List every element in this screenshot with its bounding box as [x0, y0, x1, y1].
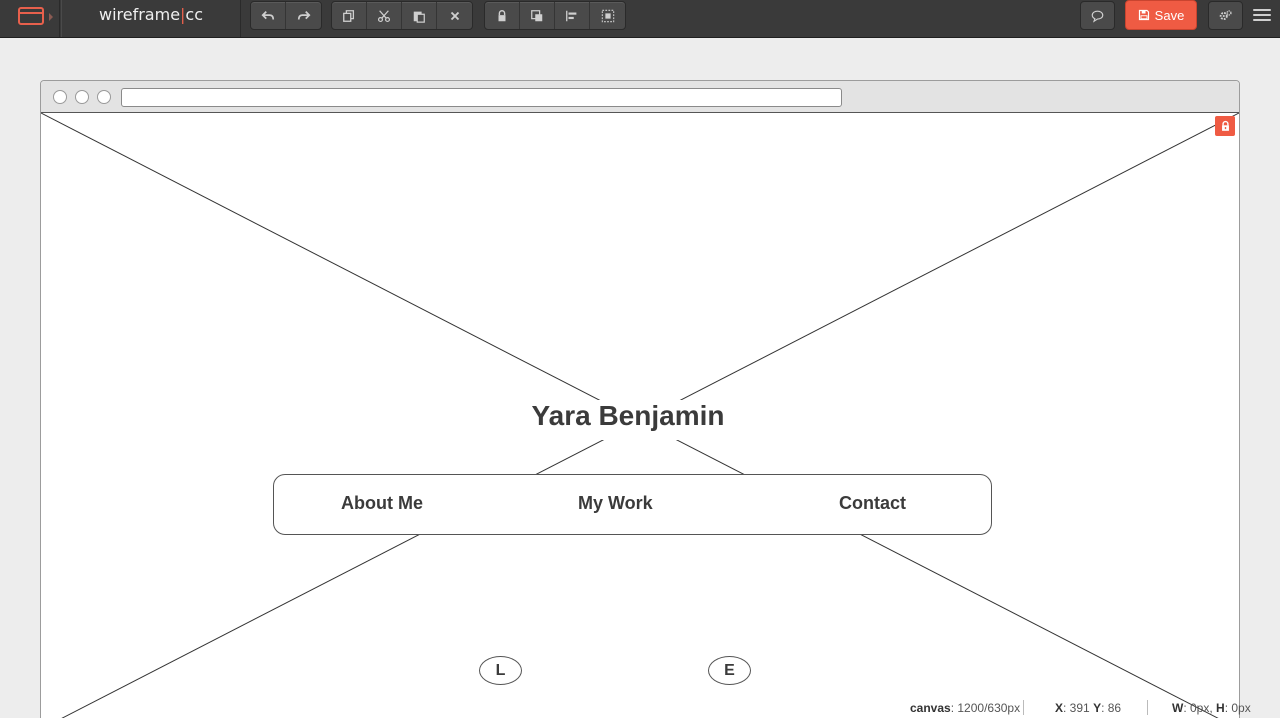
bring-forward-icon — [531, 9, 543, 21]
delete-icon — [450, 11, 459, 20]
settings-icon — [1219, 9, 1232, 20]
top-toolbar: wireframe|cc Save — [0, 0, 1280, 38]
save-button[interactable]: Save — [1125, 0, 1197, 30]
selection-size-readout: W: 0px, H: 0px — [1172, 700, 1251, 716]
menu-line — [1253, 9, 1271, 11]
edit-group — [331, 1, 473, 30]
window-close-dot — [53, 90, 67, 104]
status-divider — [1147, 700, 1148, 715]
status-divider — [1023, 700, 1024, 715]
bring-forward-button[interactable] — [520, 2, 555, 29]
canvas-size-value: : 1200/630px — [950, 701, 1021, 715]
comment-button[interactable] — [1080, 1, 1115, 30]
lock-icon — [498, 9, 506, 21]
browser-wireframe[interactable]: Yara Benjamin About Me My Work Contact L… — [40, 80, 1240, 718]
nav-item-about-me[interactable]: About Me — [341, 493, 423, 514]
y-label: Y — [1093, 701, 1102, 715]
brand-text-left: wireframe — [98, 5, 181, 24]
cursor-position-readout: X: 391 Y: 86 — [1055, 700, 1121, 716]
redo-icon — [297, 10, 310, 20]
circle-button-e[interactable]: E — [708, 656, 751, 685]
group-icon — [601, 9, 614, 22]
history-group — [250, 1, 322, 30]
undo-button[interactable] — [251, 2, 286, 29]
paste-button[interactable] — [402, 2, 437, 29]
canvas-size-readout: canvas: 1200/630px — [910, 700, 1020, 716]
align-button[interactable] — [555, 2, 590, 29]
save-icon — [1138, 9, 1149, 21]
window-minimize-dot — [75, 90, 89, 104]
delete-button[interactable] — [437, 2, 472, 29]
comment-icon — [1091, 10, 1104, 23]
menu-line — [1253, 19, 1271, 21]
duplicate-icon — [343, 9, 355, 22]
cut-icon — [377, 9, 391, 22]
save-label: Save — [1154, 7, 1185, 23]
site-title[interactable]: Yara Benjamin — [481, 400, 775, 440]
circle-button-l[interactable]: L — [479, 656, 522, 685]
align-icon — [566, 10, 577, 21]
brand-text-right: cc — [185, 5, 204, 24]
undo-icon — [261, 10, 275, 20]
h-value: : 0px — [1224, 701, 1251, 715]
x-value: : 391 — [1063, 701, 1090, 715]
redo-button[interactable] — [286, 2, 321, 29]
brand-logo: wireframe|cc — [61, 0, 241, 37]
hamburger-menu-button[interactable] — [1253, 6, 1271, 24]
lock-button[interactable] — [485, 2, 520, 29]
h-label: H — [1216, 701, 1225, 715]
lock-icon — [1221, 120, 1229, 131]
w-label: W — [1172, 701, 1184, 715]
nav-item-my-work[interactable]: My Work — [578, 493, 653, 514]
x-label: X — [1055, 701, 1064, 715]
browser-chrome — [41, 81, 1239, 113]
menu-line — [1253, 14, 1271, 16]
locked-badge[interactable] — [1215, 116, 1235, 136]
window-icon — [18, 7, 44, 25]
nav-item-contact[interactable]: Contact — [839, 493, 906, 514]
settings-button[interactable] — [1208, 1, 1243, 30]
caret-right-icon — [49, 13, 53, 21]
duplicate-button[interactable] — [332, 2, 367, 29]
app-menu-button[interactable] — [0, 0, 60, 37]
w-value: : 0px, — [1183, 701, 1213, 715]
nav-bar[interactable]: About Me My Work Contact — [273, 474, 992, 535]
url-bar[interactable] — [121, 88, 842, 107]
group-button[interactable] — [590, 2, 625, 29]
arrange-group — [484, 1, 626, 30]
y-value: : 86 — [1101, 701, 1122, 715]
window-maximize-dot — [97, 90, 111, 104]
cut-button[interactable] — [367, 2, 402, 29]
paste-icon — [413, 11, 425, 23]
wireframe-canvas[interactable]: Yara Benjamin About Me My Work Contact L… — [41, 113, 1239, 718]
canvas-size-label: canvas — [910, 701, 951, 715]
